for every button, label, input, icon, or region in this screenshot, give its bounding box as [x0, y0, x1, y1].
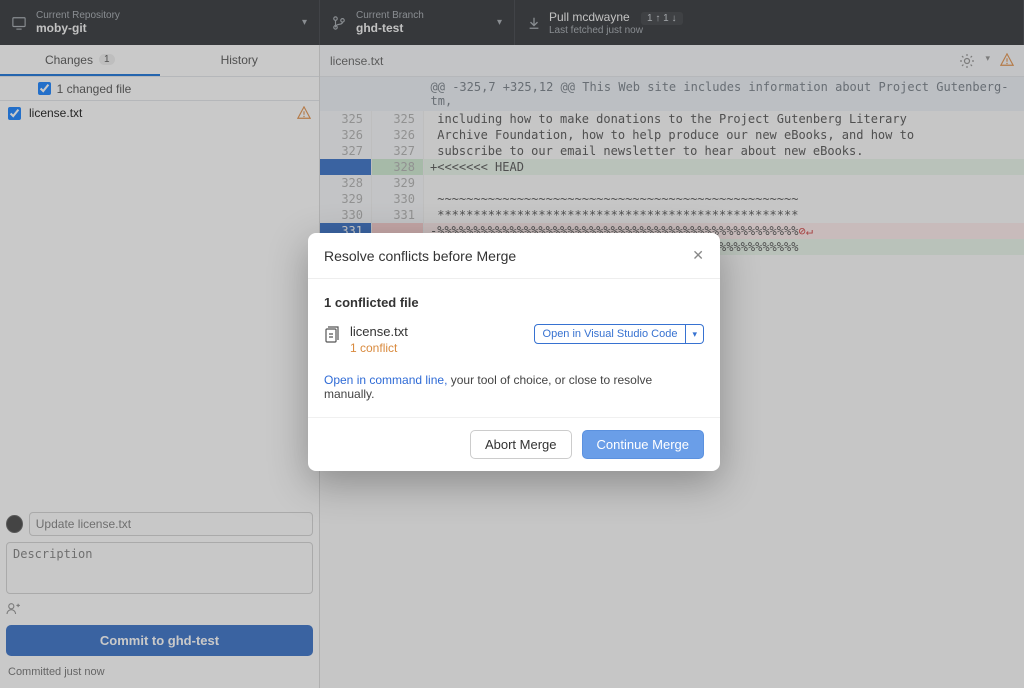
conflict-count: 1 conflict	[350, 341, 408, 355]
continue-merge-button[interactable]: Continue Merge	[582, 430, 705, 459]
open-in-editor-dropdown[interactable]: ▾	[686, 324, 704, 344]
conflicted-file-row: license.txt 1 conflict Open in Visual St…	[324, 324, 704, 355]
conflicted-file-name: license.txt	[350, 324, 408, 339]
conflicted-count: 1 conflicted file	[324, 295, 704, 310]
open-command-line-link[interactable]: Open in command line,	[324, 373, 447, 387]
open-in-editor-button[interactable]: Open in Visual Studio Code	[534, 324, 687, 344]
file-diff-icon	[324, 326, 340, 344]
resolve-conflicts-modal: Resolve conflicts before Merge ✕ 1 confl…	[308, 233, 720, 471]
abort-merge-button[interactable]: Abort Merge	[470, 430, 572, 459]
close-icon[interactable]: ✕	[692, 247, 704, 264]
help-text: Open in command line, your tool of choic…	[324, 373, 704, 401]
modal-title: Resolve conflicts before Merge	[324, 248, 516, 264]
